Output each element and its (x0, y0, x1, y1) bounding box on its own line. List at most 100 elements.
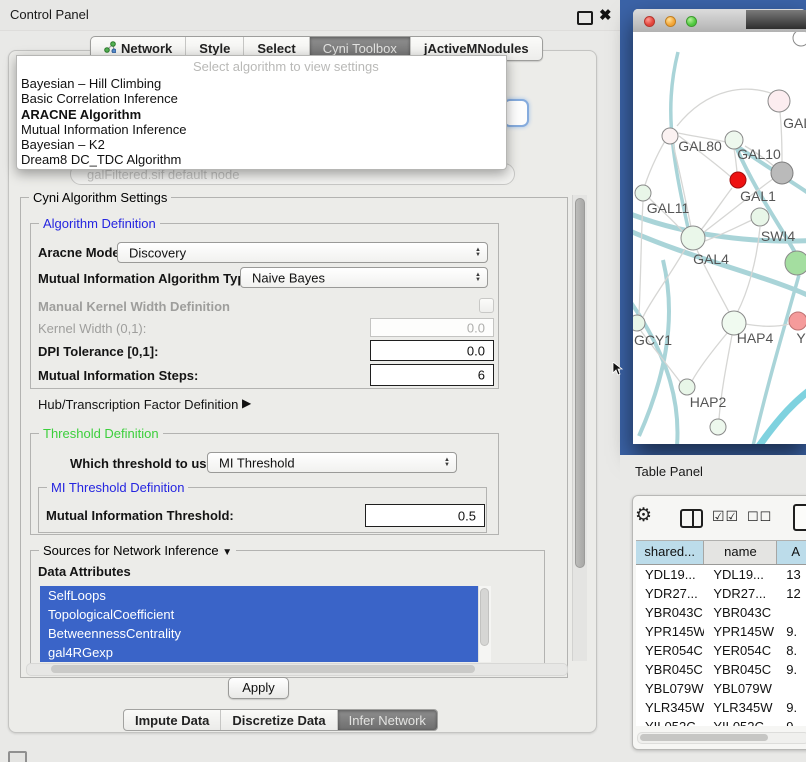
table-cell: YIL052C (636, 717, 704, 726)
columns-icon[interactable] (680, 509, 703, 528)
mi-type-select[interactable]: Naive Bayes ▲▼ (240, 267, 488, 288)
node-label-hap4: HAP4 (737, 330, 774, 346)
node-label-hap2: HAP2 (690, 394, 727, 410)
table-row[interactable]: YPR145WYPR145W9. (636, 622, 806, 641)
settings-scrollbar-thumb[interactable] (575, 198, 585, 568)
node-label-gal10: GAL10 (737, 146, 781, 162)
deselect-all-icon[interactable]: ☐☐ (747, 509, 772, 525)
table-cell: YBR043C (704, 603, 777, 622)
attribute-topologicalcoefficient[interactable]: TopologicalCoefficient (40, 605, 478, 624)
column-header-a[interactable]: A (777, 541, 806, 564)
float-window-icon[interactable] (577, 11, 593, 25)
aracne-mode-select[interactable]: Discovery ▲▼ (117, 242, 488, 263)
table-row[interactable]: YER054CYER054C8. (636, 641, 806, 660)
table-row[interactable]: YLR345WYLR345W9. (636, 698, 806, 717)
kernel-width-field[interactable]: 0.0 (370, 318, 494, 337)
table-row[interactable]: YBL079WYBL079W (636, 679, 806, 698)
column-header-shared-[interactable]: shared... (636, 541, 704, 564)
network-edge[interactable] (677, 89, 773, 126)
mi-steps-field[interactable]: 6 (370, 364, 494, 386)
select-all-checks-icon[interactable]: ☑☑ (712, 508, 739, 525)
node-label-gal7: GAL7 (783, 115, 806, 131)
apply-button[interactable]: Apply (228, 677, 289, 699)
table-hscrollbar-thumb[interactable] (640, 734, 768, 741)
attribute-selfloops[interactable]: SelfLoops (40, 586, 478, 605)
zoom-traffic-light[interactable] (686, 16, 697, 27)
node-table: shared...nameA YDL19...YDL19...13YDR27..… (636, 540, 806, 726)
network-node[interactable] (679, 379, 695, 395)
network-node[interactable] (793, 32, 806, 46)
network-edge[interactable] (692, 332, 728, 381)
new-table-icon[interactable] (793, 504, 806, 531)
algorithm-option-basic-correlation-inference[interactable]: Basic Correlation Inference (21, 91, 502, 106)
algorithm-option-mutual-information-inference[interactable]: Mutual Information Inference (21, 122, 502, 137)
node-label-gal1: GAL1 (740, 188, 776, 204)
network-canvas[interactable]: GAL7GAL80GAL10GAL1GAL11SWI4GAL4GCY1HAP4Y… (633, 32, 806, 444)
tab-infer-network[interactable]: Infer Network (338, 710, 437, 730)
minimized-panel-icon[interactable] (8, 751, 27, 762)
attributes-scrollbar-thumb[interactable] (480, 588, 489, 646)
tab-discretize-data[interactable]: Discretize Data (221, 710, 337, 730)
table-row[interactable]: YBR043CYBR043C (636, 603, 806, 622)
algorithm-option-bayesian-hill-climbing[interactable]: Bayesian – Hill Climbing (21, 76, 502, 91)
algorithm-dropdown-placeholder: Select algorithm to view settings (193, 59, 379, 74)
settings-scrollbar-track[interactable] (572, 195, 587, 661)
column-header-name[interactable]: name (704, 541, 777, 564)
network-edge[interactable] (643, 249, 685, 317)
manual-kernel-checkbox[interactable] (479, 298, 494, 313)
table-cell: YBL079W (636, 679, 704, 698)
network-node[interactable] (751, 208, 769, 226)
tab-impute-data[interactable]: Impute Data (124, 710, 221, 730)
network-node[interactable] (633, 315, 645, 331)
network-node[interactable] (662, 128, 678, 144)
network-node[interactable] (710, 419, 726, 435)
table-row[interactable]: YDR27...YDR27...12 (636, 584, 806, 603)
mi-threshold-group-title: MI Threshold Definition (47, 480, 188, 495)
algorithm-option-aracne-algorithm[interactable]: ARACNE Algorithm (21, 107, 502, 122)
sources-hscrollbar-thumb[interactable] (51, 665, 475, 673)
attribute-betweennesscentrality[interactable]: BetweennessCentrality (40, 624, 478, 643)
data-attributes-list[interactable]: SelfLoopsTopologicalCoefficientBetweenne… (40, 586, 478, 662)
close-traffic-light[interactable] (644, 16, 655, 27)
expand-right-icon[interactable]: ▶ (242, 396, 251, 410)
gear-icon[interactable]: ⚙ (635, 504, 652, 527)
minimize-traffic-light[interactable] (665, 16, 676, 27)
cyni-settings-group-title: Cyni Algorithm Settings (29, 190, 171, 205)
algorithm-option-bayesian-k2[interactable]: Bayesian – K2 (21, 137, 502, 152)
app-root: Control Panel ✖ NetworkStyleSelectCyni T… (0, 0, 806, 762)
table-row[interactable]: YBR045CYBR045C9. (636, 660, 806, 679)
collapse-down-icon[interactable]: ▼ (222, 547, 232, 558)
dpi-tolerance-field[interactable]: 0.0 (370, 340, 494, 361)
close-icon[interactable]: ✖ (599, 6, 612, 24)
table-row[interactable]: YDL19...YDL19...13 (636, 565, 806, 584)
network-node[interactable] (789, 312, 806, 330)
aracne-mode-label: Aracne Mode: (38, 245, 124, 260)
table-cell: YIL052C (704, 717, 777, 726)
network-node[interactable] (730, 172, 746, 188)
network-node[interactable] (771, 162, 793, 184)
network-edge[interactable] (701, 188, 732, 230)
table-row[interactable]: YIL052CYIL052C9. (636, 717, 806, 726)
sources-hscrollbar-track[interactable] (26, 663, 568, 676)
network-node[interactable] (768, 90, 790, 112)
control-panel-titlebar (0, 0, 620, 31)
which-threshold-select[interactable]: MI Threshold ▲▼ (207, 452, 457, 473)
data-attributes-label: Data Attributes (38, 564, 131, 579)
attribute-gal4rgexp[interactable]: gal4RGexp (40, 643, 478, 662)
algorithm-option-dream8-dc-tdc-algorithm[interactable]: Dream8 DC_TDC Algorithm (21, 152, 502, 167)
network-edge[interactable] (645, 138, 667, 185)
table-cell: YER054C (636, 641, 704, 660)
stepper-icon: ▲▼ (475, 273, 481, 283)
network-node[interactable] (785, 251, 806, 275)
network-node[interactable] (681, 226, 705, 250)
table-cell: 9. (777, 717, 806, 726)
table-cell (777, 603, 806, 622)
network-edge[interactable] (745, 324, 789, 326)
mouse-cursor (612, 362, 624, 376)
network-node[interactable] (635, 185, 651, 201)
table-panel-title: Table Panel (635, 464, 703, 479)
mi-threshold-field[interactable]: 0.5 (365, 504, 485, 527)
attributes-scrollbar-track[interactable] (478, 586, 491, 662)
table-cell: 9. (777, 660, 806, 679)
table-hscrollbar-track[interactable] (637, 732, 806, 744)
